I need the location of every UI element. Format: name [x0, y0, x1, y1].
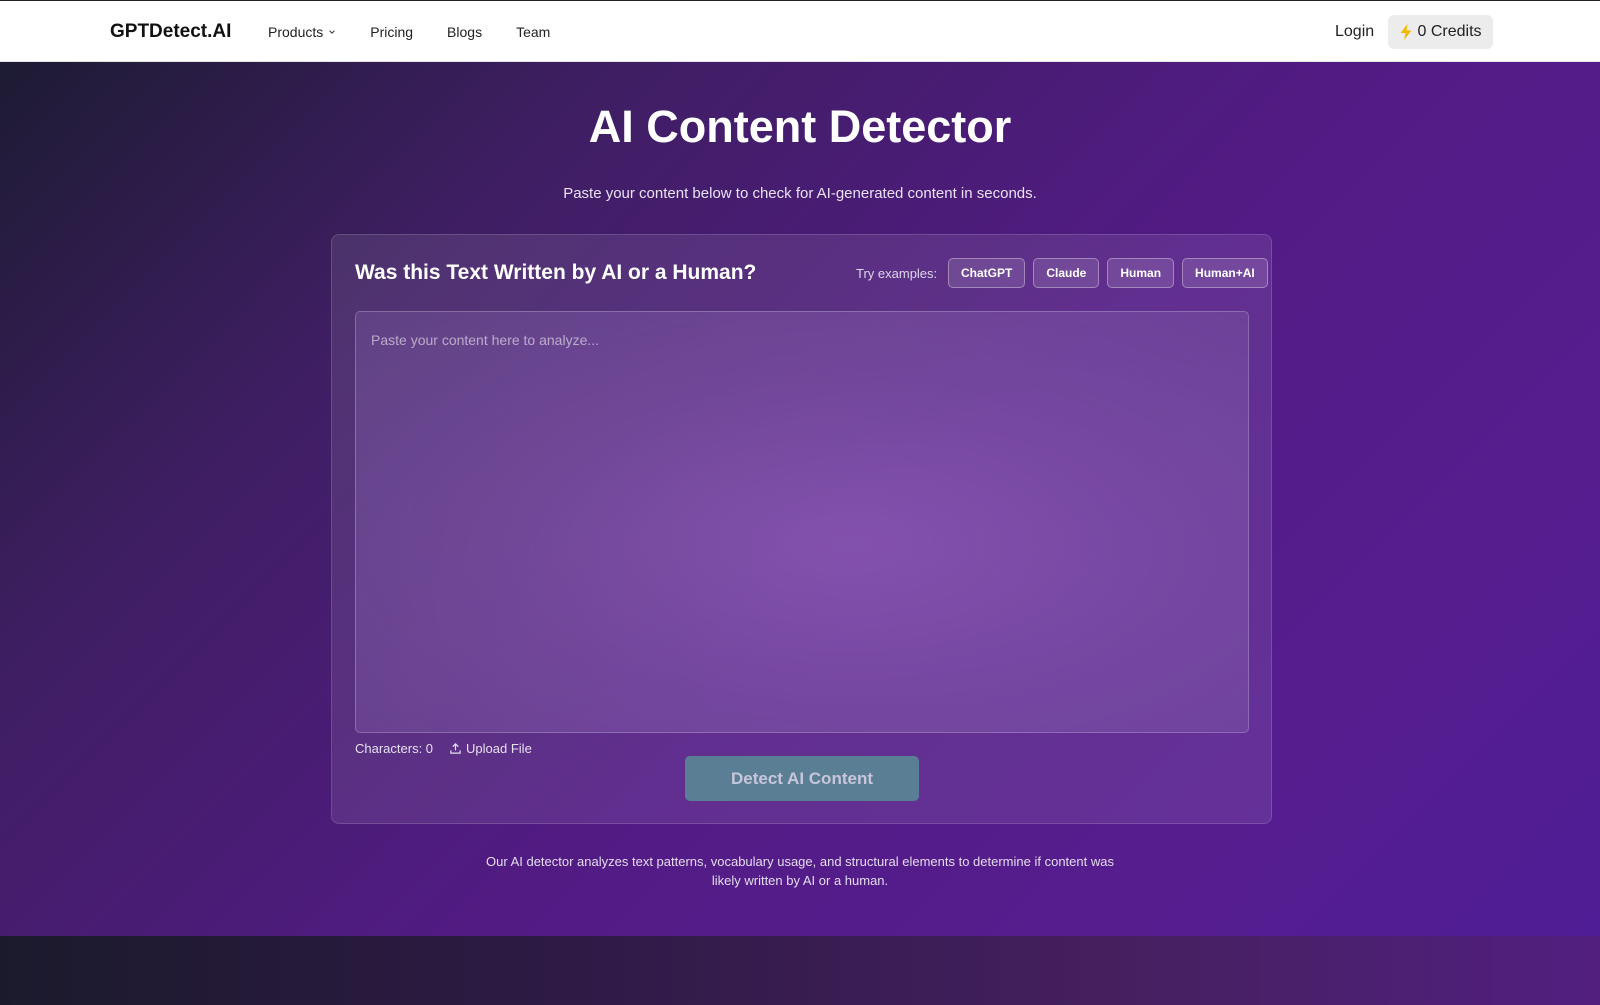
textarea-meta: Characters: 0 Upload File	[355, 741, 532, 756]
nav-item-blogs[interactable]: Blogs	[447, 24, 482, 40]
nav-item-pricing[interactable]: Pricing	[370, 24, 413, 40]
nav-item-team[interactable]: Team	[516, 24, 550, 40]
example-human-button[interactable]: Human	[1107, 258, 1175, 288]
lower-section	[0, 936, 1600, 1005]
site-logo[interactable]: GPTDetect.AI	[110, 21, 231, 43]
detector-description: Our AI detector analyzes text patterns, …	[486, 854, 1114, 888]
example-human-ai-button[interactable]: Human+AI	[1182, 258, 1268, 288]
textarea-placeholder: Paste your content here to analyze...	[371, 332, 600, 348]
page-subtitle: Paste your content below to check for AI…	[563, 185, 1037, 202]
credits-button[interactable]: 0 Credits	[1388, 15, 1493, 49]
character-count: Characters: 0	[355, 741, 434, 756]
nav-item-products-label: Products	[268, 24, 324, 40]
chevron-down-icon	[329, 30, 336, 34]
login-link[interactable]: Login	[1335, 23, 1374, 41]
nav-item-products[interactable]: Products	[268, 24, 336, 40]
try-examples-label: Try examples:	[856, 266, 938, 281]
page-title: AI Content Detector	[588, 101, 1012, 152]
upload-file-label: Upload File	[466, 741, 532, 756]
example-chatgpt-button[interactable]: ChatGPT	[948, 258, 1026, 288]
content-textarea[interactable]: Paste your content here to analyze...	[355, 311, 1249, 733]
nav-links: Products Pricing Blogs Team	[268, 24, 584, 40]
upload-icon	[450, 743, 461, 754]
detect-ai-content-button[interactable]: Detect AI Content	[685, 756, 919, 801]
upload-file-button[interactable]: Upload File	[449, 741, 532, 756]
lightning-bolt-icon	[1400, 24, 1412, 40]
top-navbar: GPTDetect.AI Products Pricing Blogs Team…	[0, 0, 1600, 62]
example-buttons: ChatGPT Claude Human Human+AI	[948, 258, 1268, 288]
detector-card: Was this Text Written by AI or a Human? …	[331, 234, 1272, 824]
card-title: Was this Text Written by AI or a Human?	[355, 261, 757, 284]
credits-label: 0 Credits	[1417, 23, 1482, 40]
example-claude-button[interactable]: Claude	[1033, 258, 1100, 288]
